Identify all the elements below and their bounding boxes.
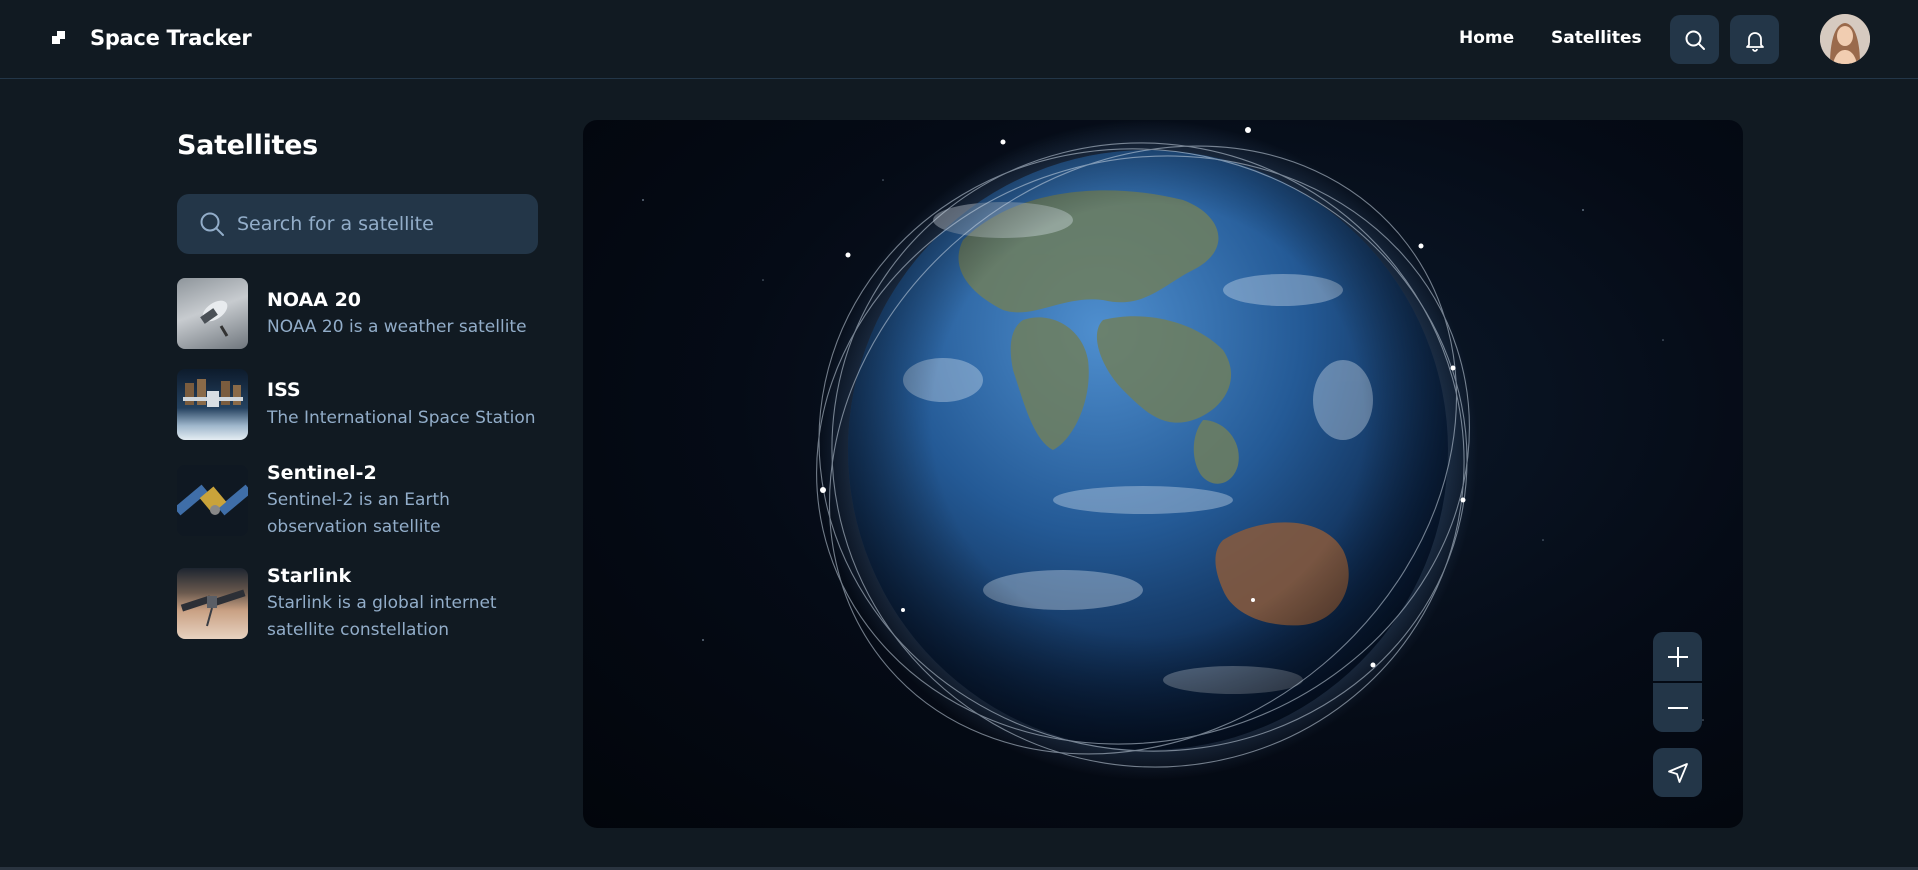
satellite-thumbnail [177, 568, 248, 639]
search-icon [1685, 30, 1705, 50]
bell-icon [1745, 31, 1764, 52]
search-input[interactable] [237, 213, 517, 235]
earth-globe-icon [642, 120, 1704, 780]
space-station-image-icon [183, 379, 243, 407]
satellite-name: ISS [267, 379, 301, 401]
notifications-button[interactable] [1730, 15, 1779, 64]
zoom-out-button[interactable] [1653, 683, 1702, 732]
app-title: Space Tracker [90, 26, 252, 50]
satellite-description: NOAA 20 is a weather satellite [267, 317, 527, 337]
satellite-item-iss[interactable]: ISS The International Space Station [177, 369, 547, 441]
satellite-image-icon [177, 484, 248, 516]
logo-icon [50, 29, 68, 47]
satellite-name: NOAA 20 [267, 289, 362, 311]
globe-map-view[interactable] [583, 120, 1743, 828]
nav-home[interactable]: Home [1459, 28, 1514, 48]
search-button[interactable] [1670, 15, 1719, 64]
satellite-name: Sentinel-2 [267, 462, 377, 484]
search-icon [200, 212, 224, 236]
satellite-item-starlink[interactable]: Starlink Starlink is a global internet s… [177, 565, 547, 640]
satellite-description: The International Space Station [267, 408, 536, 428]
minus-icon [1667, 706, 1688, 709]
satellite-search[interactable] [177, 194, 538, 254]
plus-icon [1667, 646, 1688, 667]
satellite-thumbnail [177, 369, 248, 440]
locate-button[interactable] [1653, 748, 1702, 797]
satellite-description: Sentinel-2 is an Earth observation satel… [267, 490, 450, 537]
zoom-in-button[interactable] [1653, 632, 1702, 681]
nav-satellites[interactable]: Satellites [1551, 28, 1642, 48]
satellite-image-icon [180, 589, 246, 627]
satellite-item-noaa-20[interactable]: NOAA 20 NOAA 20 is a weather satellite [177, 278, 547, 350]
user-avatar-icon [1820, 14, 1870, 64]
avatar[interactable] [1820, 14, 1870, 64]
navigation-arrow-icon [1667, 762, 1688, 783]
satellite-thumbnail [177, 465, 248, 536]
panel-title: Satellites [177, 130, 318, 161]
satellite-description: Starlink is a global internet satellite … [267, 593, 497, 640]
satellite-image-icon [200, 300, 229, 337]
brand[interactable]: Space Tracker [50, 26, 252, 50]
satellite-thumbnail [177, 278, 248, 349]
top-header: Space Tracker Home Satellites [0, 0, 1918, 79]
satellite-item-sentinel-2[interactable]: Sentinel-2 Sentinel-2 is an Earth observ… [177, 462, 547, 537]
satellite-name: Starlink [267, 565, 352, 587]
